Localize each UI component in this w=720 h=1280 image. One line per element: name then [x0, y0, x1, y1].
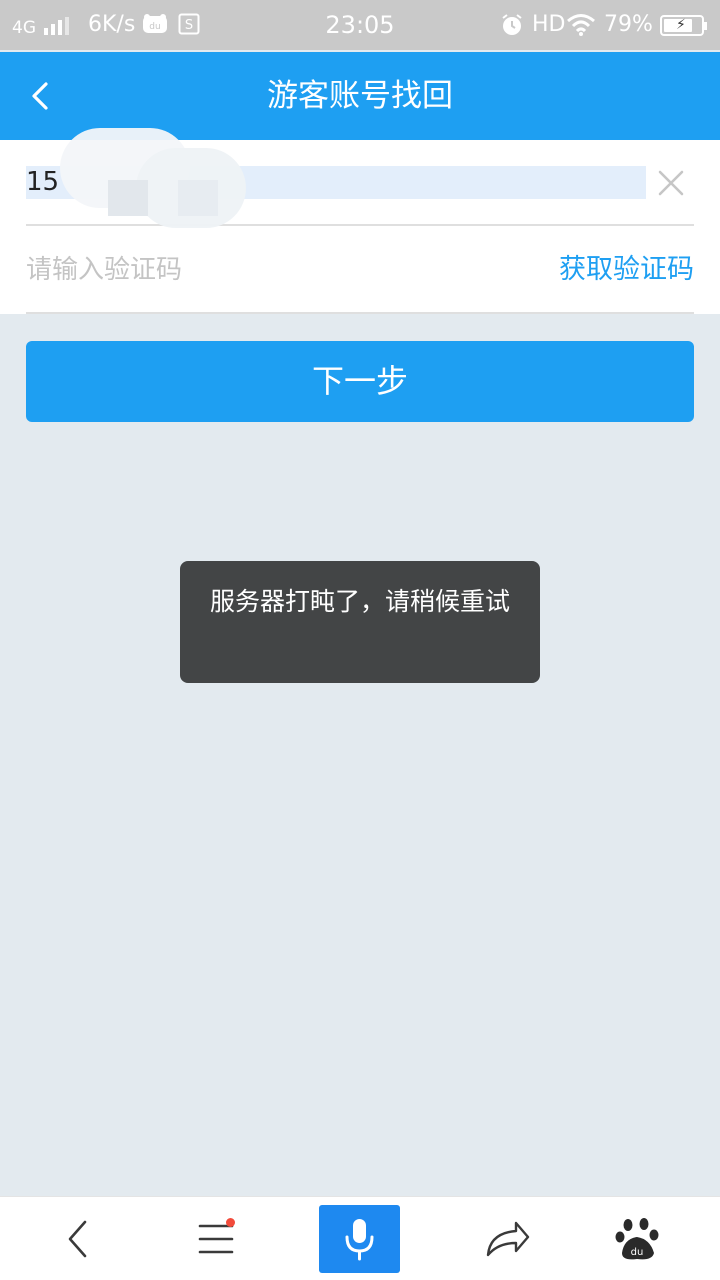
mic-icon: [345, 1219, 374, 1261]
page-title: 游客账号找回: [267, 78, 453, 114]
phone-value: 15: [26, 167, 60, 197]
browser-bottom-bar: du: [0, 1196, 720, 1280]
battery-charging-icon: ⚡: [660, 15, 707, 36]
back-icon[interactable]: [38, 1197, 118, 1280]
wifi-icon: [567, 14, 595, 36]
voice-search-button[interactable]: [319, 1205, 400, 1273]
phone-row: 15: [26, 128, 694, 228]
next-step-button[interactable]: 下一步: [26, 341, 694, 422]
alarm-icon: [502, 14, 522, 35]
svg-text:du: du: [631, 1247, 644, 1258]
battery-percent: 79%: [604, 12, 653, 37]
baidu-paw-icon[interactable]: du: [598, 1197, 678, 1280]
code-row: 获取验证码: [26, 226, 694, 314]
toast-message: 服务器打盹了，请稍候重试: [180, 561, 540, 683]
redaction-blur: [108, 180, 148, 216]
share-icon[interactable]: [466, 1197, 546, 1280]
redaction-blur: [178, 180, 218, 216]
status-bar: 4G 6K/s du S 23:05 HD 79% ⚡: [0, 0, 720, 50]
menu-icon[interactable]: [176, 1197, 256, 1280]
menu-badge: [226, 1218, 235, 1227]
get-code-button[interactable]: 获取验证码: [559, 248, 694, 292]
app-header: 游客账号找回: [0, 52, 720, 140]
recovery-form: 15 获取验证码: [0, 128, 720, 314]
clear-icon[interactable]: [656, 168, 686, 198]
hd-indicator: HD: [532, 12, 566, 37]
verification-code-input[interactable]: [26, 248, 506, 292]
